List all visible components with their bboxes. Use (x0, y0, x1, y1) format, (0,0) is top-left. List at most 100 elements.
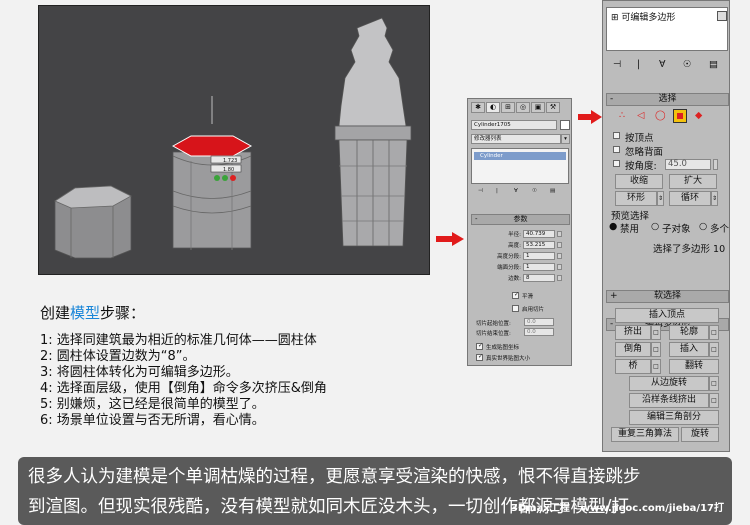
slice-from-field[interactable]: 0.0 (524, 318, 554, 326)
object-color-swatch[interactable] (560, 120, 570, 130)
step-3: 3: 将圆柱体转化为可编辑多边形。 (40, 365, 239, 380)
param-field[interactable]: 8 (523, 274, 555, 282)
3d-viewport[interactable]: 1.723 1.80 (38, 5, 430, 275)
ignore-back-checkbox[interactable] (613, 146, 620, 153)
soft-select-rollout-header[interactable]: + 软选择 (606, 290, 729, 303)
step-4: 4: 选择面层级，使用【倒角】命令多次挤压&倒角 (40, 381, 327, 396)
loop-button[interactable]: 循环 (669, 191, 711, 206)
turn-button[interactable]: 旋转 (681, 427, 719, 442)
display-tab-icon[interactable]: ▣ (531, 102, 545, 113)
element-icon[interactable]: ◆ (695, 110, 702, 121)
slice-on-checkbox[interactable] (512, 305, 519, 312)
preview-label: 预览选择 (611, 211, 650, 222)
edge-icon[interactable]: ◁ (637, 110, 644, 121)
modify-panel-right: ⊞ 可编辑多边形 ⊣ | ∀ ☉ ▤ - 选择 ∴ ◁ ◯ ◆ 按顶点 忽略背面 … (602, 0, 730, 452)
by-angle-checkbox[interactable] (613, 160, 620, 167)
param-label: 高度分段: (497, 254, 521, 260)
pin-icon[interactable]: ⊣ (613, 59, 621, 70)
modify-tab-icon[interactable]: ◐ (486, 102, 500, 113)
modify-panel-small: ✱ ◐ ⊞ ◎ ▣ ⚒ Cylinder1705 修改器列表 ▾ Cylinde… (467, 98, 572, 366)
slice-to-field[interactable]: 0.0 (524, 328, 554, 336)
hinge-settings-button[interactable]: □ (709, 376, 719, 391)
grow-button[interactable]: 扩大 (669, 174, 717, 189)
show-result-icon[interactable]: | (637, 59, 640, 70)
create-tab-icon[interactable]: ✱ (471, 102, 485, 113)
ignore-back-label: 忽略背面 (625, 147, 664, 158)
hinge-button[interactable]: 从边旋转 (629, 376, 709, 391)
preview-disabled-label: 禁用 (620, 224, 640, 235)
param-field[interactable]: 1 (523, 263, 555, 271)
bridge-settings-button[interactable]: □ (651, 359, 661, 374)
select-rollout-header[interactable]: - 选择 (606, 93, 729, 106)
utilities-tab-icon[interactable]: ⚒ (546, 102, 560, 113)
outline-button[interactable]: 轮廓 (669, 325, 709, 340)
spline-extrude-button[interactable]: 沿样条线挤出 (629, 393, 709, 408)
inset-settings-button[interactable]: □ (709, 342, 719, 357)
bevel-button[interactable]: 倒角 (615, 342, 651, 357)
vertex-icon[interactable]: ∴ (619, 110, 625, 121)
extrude-settings-button[interactable]: □ (651, 325, 661, 340)
hierarchy-tab-icon[interactable]: ⊞ (501, 102, 515, 113)
stack-item-cylinder[interactable]: Cylinder (474, 152, 566, 160)
outline-settings-button[interactable]: □ (709, 325, 719, 340)
param-field[interactable]: 40.739 (523, 230, 555, 238)
object-name-field[interactable]: Cylinder1705 (471, 120, 557, 130)
tower-model-object[interactable] (334, 17, 412, 247)
selected-cylinder-object[interactable] (171, 96, 253, 250)
param-spinner[interactable] (557, 264, 562, 270)
remove-modifier-icon[interactable]: ☉ (683, 59, 692, 70)
loop-spinner[interactable]: ⇕ (711, 191, 718, 206)
polygon-icon[interactable] (673, 109, 687, 123)
modifier-list-dropdown[interactable]: 修改器列表 (471, 134, 561, 144)
param-label: 半径: (508, 232, 521, 238)
configure-icon[interactable]: ▤ (709, 59, 718, 70)
stack-tools: ⊣ | ∀ ☉ ▤ (474, 187, 566, 197)
preview-subobject-label: 子对象 (662, 224, 691, 235)
param-spinner[interactable] (557, 275, 562, 281)
param-spinner[interactable] (557, 253, 562, 259)
caption-line-1: 很多人认为建模是个单调枯燥的过程，更愿意享受渲染的快感，恨不得直接跳步 (28, 467, 641, 487)
param-spinner[interactable] (557, 231, 562, 237)
angle-field[interactable]: 45.0 (665, 159, 711, 170)
flip-button[interactable]: 翻转 (669, 359, 719, 374)
caddy-value-2[interactable]: 1.80 (223, 167, 234, 173)
shrink-button[interactable]: 收缩 (615, 174, 663, 189)
params-rollout-header[interactable]: - 参数 (471, 214, 570, 225)
caddy-value-1[interactable]: 1.723 (223, 158, 237, 164)
angle-spinner[interactable] (713, 159, 718, 170)
param-spinner[interactable] (557, 242, 562, 248)
configure-icon[interactable]: ▤ (550, 188, 555, 194)
retriangulate-button[interactable]: 重复三角算法 (611, 427, 679, 442)
stack-item-editable-poly[interactable]: ⊞ 可编辑多边形 (611, 10, 675, 23)
unique-icon[interactable]: ∀ (659, 59, 666, 70)
show-result-icon[interactable]: | (496, 188, 498, 194)
param-field[interactable]: 1 (523, 252, 555, 260)
octagon-prism-object[interactable] (54, 185, 132, 259)
param-row: 半径: 40.739 (471, 229, 569, 240)
motion-tab-icon[interactable]: ◎ (516, 102, 530, 113)
slice-on-label: 启用切片 (522, 307, 545, 313)
preview-multi-radio[interactable]: ○ (699, 221, 707, 232)
spline-settings-button[interactable]: □ (709, 393, 719, 408)
preview-subobject-radio[interactable]: ○ (651, 221, 659, 232)
ring-button[interactable]: 环形 (615, 191, 657, 206)
bevel-settings-button[interactable]: □ (651, 342, 661, 357)
pin-icon[interactable]: ⊣ (478, 188, 483, 194)
panel-tabs: ✱ ◐ ⊞ ◎ ▣ ⚒ (471, 102, 569, 113)
remove-modifier-icon[interactable]: ☉ (532, 188, 537, 194)
by-vertex-checkbox[interactable] (613, 132, 620, 139)
inset-button[interactable]: 插入 (669, 342, 709, 357)
ring-spinner[interactable]: ⇕ (657, 191, 664, 206)
preview-disabled-radio[interactable]: ● (609, 221, 617, 232)
edit-triangulation-button[interactable]: 编辑三角剖分 (629, 410, 719, 425)
param-label: 边数: (508, 276, 521, 282)
insert-vertex-button[interactable]: 插入顶点 (615, 308, 719, 323)
preview-options: ● 禁用 ○ 子对象 ○ 多个 (609, 221, 729, 235)
chevron-down-icon[interactable]: ▾ (561, 134, 570, 144)
extrude-button[interactable]: 挤出 (615, 325, 651, 340)
border-icon[interactable]: ◯ (655, 110, 666, 121)
unique-icon[interactable]: ∀ (514, 188, 518, 194)
param-field[interactable]: 53.215 (523, 241, 555, 249)
bridge-button[interactable]: 桥 (615, 359, 651, 374)
subobject-toolbar: ∴ ◁ ◯ ◆ (617, 109, 717, 125)
